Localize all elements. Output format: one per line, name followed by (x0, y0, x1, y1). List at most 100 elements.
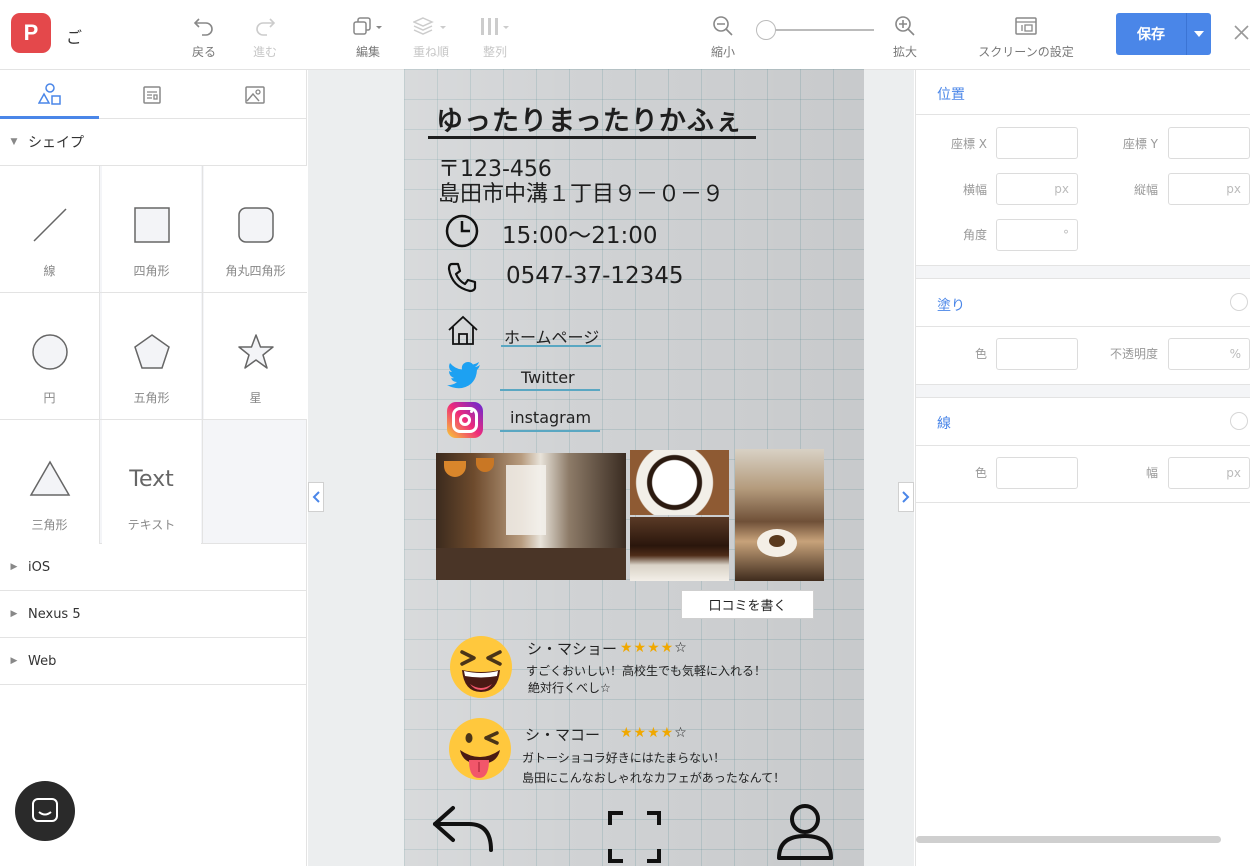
save-button[interactable]: 保存 (1116, 13, 1186, 55)
scan-frame-icon[interactable] (607, 809, 663, 865)
save-dropdown-button[interactable] (1186, 13, 1211, 55)
redo-button[interactable]: 進む (235, 14, 295, 60)
device-section-nexus-label: Nexus 5 (28, 606, 81, 622)
zoom-out-button[interactable]: 縮小 (693, 14, 753, 60)
width-label: 横幅 (962, 183, 987, 197)
shape-rounded-rectangle[interactable]: 角丸四角形 (204, 166, 307, 292)
left-panel: ▼ シェイプ 線 四角形 角丸四角形 円 五角形 星 三角形 Text テキスト… (0, 70, 307, 866)
shape-star[interactable]: 星 (204, 293, 307, 419)
document-title[interactable]: ご (66, 24, 82, 48)
collapse-right-panel-button[interactable] (898, 482, 914, 512)
stroke-toggle[interactable] (1230, 412, 1248, 430)
user-profile-icon[interactable] (773, 802, 837, 862)
shape-text-label: テキスト (127, 518, 176, 532)
height-input[interactable]: px (1168, 173, 1250, 205)
x-input[interactable] (996, 127, 1078, 159)
grid-divider (99, 166, 100, 544)
order-label: 重ね順 (412, 45, 449, 59)
edit-icon (351, 14, 385, 38)
empty-star: ☆ (674, 725, 688, 741)
link-underline (500, 430, 600, 432)
fill-toggle[interactable] (1230, 293, 1248, 311)
unit-label: px (1226, 182, 1241, 196)
device-section-ios[interactable]: ▶ iOS (0, 544, 306, 591)
shape-triangle-label: 三角形 (31, 518, 68, 532)
shape-line[interactable]: 線 (0, 166, 99, 292)
y-input[interactable] (1168, 127, 1250, 159)
cafe-interior-photo (436, 453, 626, 580)
opacity-input[interactable]: % (1168, 338, 1250, 370)
shape-circle[interactable]: 円 (0, 293, 99, 419)
fill-section-title: 塗り (937, 298, 965, 314)
review-text: 絶対行くべし☆ (528, 681, 611, 695)
device-section-nexus[interactable]: ▶ Nexus 5 (0, 591, 306, 638)
shapes-section-title: シェイプ (28, 135, 84, 151)
shape-rectangle[interactable]: 四角形 (102, 166, 201, 292)
mockup-screen[interactable]: ゆったりまったりかふぇ 〒123-456 島田市中溝１丁目９－０－９ 15:00… (404, 69, 864, 866)
app-logo[interactable]: P (11, 13, 51, 53)
shapes-section-header[interactable]: ▼ シェイプ (0, 119, 306, 166)
twitter-link[interactable]: Twitter (521, 368, 575, 387)
tab-images[interactable] (205, 70, 304, 119)
fill-color-input[interactable] (996, 338, 1078, 370)
stroke-width-input[interactable]: px (1168, 457, 1250, 489)
phone-number: 0547-37-12345 (506, 263, 684, 289)
order-button[interactable]: 重ね順 (401, 14, 461, 60)
stroke-color-input[interactable] (996, 457, 1078, 489)
collapse-left-panel-button[interactable] (308, 482, 324, 512)
grid-divider (0, 292, 307, 293)
filled-stars: ★★★★ (620, 640, 675, 656)
canvas-area[interactable]: ゆったりまったりかふぇ 〒123-456 島田市中溝１丁目９－０－９ 15:00… (308, 69, 914, 866)
zoom-slider-track[interactable] (766, 29, 874, 31)
coffee-cup-photo (630, 450, 729, 515)
opening-hours: 15:00～21:00 (502, 223, 658, 249)
zoom-slider-handle[interactable] (756, 20, 776, 40)
stroke-width-label: 幅 (1145, 466, 1158, 480)
undo-button[interactable]: 戻る (174, 14, 234, 60)
support-chat-button[interactable] (15, 781, 75, 841)
expand-triangle-icon: ▶ (10, 562, 18, 572)
divider (916, 114, 1250, 115)
image-icon (244, 85, 265, 104)
screen-settings-button[interactable]: スクリーンの設定 (978, 14, 1074, 60)
back-arrow-icon[interactable] (431, 802, 495, 856)
undo-icon (193, 14, 215, 38)
instagram-icon (447, 402, 483, 438)
shape-triangle[interactable]: 三角形 (0, 420, 99, 546)
width-input[interactable]: px (996, 173, 1078, 205)
angle-label: 角度 (962, 228, 987, 242)
cafe-title: ゆったりまったりかふぇ (436, 106, 743, 137)
tab-shapes[interactable] (0, 70, 99, 119)
align-button[interactable]: 整列 (465, 14, 525, 60)
shape-pentagon[interactable]: 五角形 (102, 293, 201, 419)
position-section-title: 位置 (937, 87, 965, 103)
edit-button[interactable]: 編集 (338, 14, 398, 60)
review-text: すごくおいしい！高校生でも気軽に入れる！ (526, 664, 767, 678)
zoom-in-icon (894, 14, 916, 38)
unit-label: px (1054, 182, 1069, 196)
link-underline (501, 345, 601, 347)
review-star-rating: ★★★★☆ (620, 640, 688, 656)
clock-icon (445, 214, 479, 248)
unit-label: ° (1063, 228, 1069, 242)
instagram-link[interactable]: instagram (510, 408, 591, 427)
review-text: 島田にこんなおしゃれなカフェがあったなんて！ (522, 771, 786, 785)
filled-stars: ★★★★ (620, 725, 675, 741)
tab-templates[interactable] (102, 70, 201, 119)
write-review-button[interactable]: 口コミを書く (681, 590, 814, 619)
shape-rounded-rectangle-label: 角丸四角形 (225, 264, 286, 278)
divider (916, 502, 1250, 503)
close-button[interactable] (1231, 21, 1250, 43)
circle-icon (31, 334, 68, 370)
phone-icon (447, 262, 477, 293)
review-author: シ・マコー (525, 726, 601, 744)
review-text: ガトーショコラ好きにはたまらない！ (522, 751, 726, 765)
device-section-web[interactable]: ▶ Web (0, 638, 306, 685)
chevron-right-icon (902, 491, 910, 503)
caret-down-icon (1194, 31, 1204, 37)
angle-input[interactable]: ° (996, 219, 1078, 251)
unit-label: px (1226, 466, 1241, 480)
shape-text[interactable]: Text テキスト (102, 420, 201, 546)
zoom-in-button[interactable]: 拡大 (875, 14, 935, 60)
horizontal-scrollbar[interactable] (916, 836, 1221, 843)
